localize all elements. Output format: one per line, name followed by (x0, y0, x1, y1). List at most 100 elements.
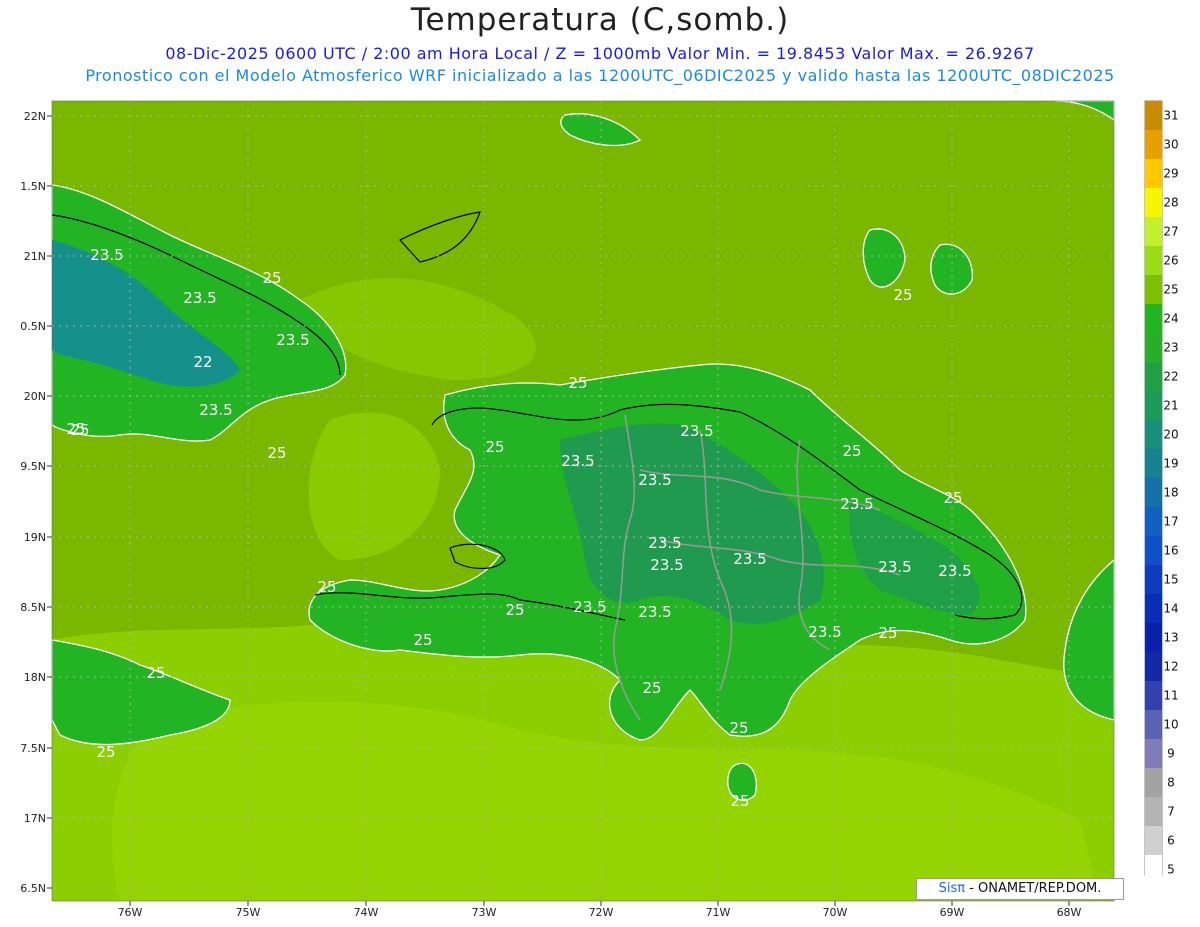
colorbar-level-label: 29 (1163, 167, 1178, 181)
colorbar-swatch (1145, 478, 1162, 507)
colorbar-swatch (1145, 710, 1162, 739)
colorbar-level-label: 8 (1167, 776, 1175, 790)
contour-label: 23.5 (561, 452, 594, 470)
colorbar-level-label: 6 (1167, 834, 1175, 848)
lat-tick-label: 20N (24, 390, 46, 403)
colorbar-swatch (1145, 855, 1162, 884)
lat-tick-label: 9.5N (20, 460, 46, 473)
contour-label: 23.5 (199, 401, 232, 419)
contour-label: 25 (96, 743, 115, 761)
colorbar-swatch (1145, 101, 1162, 130)
contour-label: 23.5 (938, 562, 971, 580)
contour-label: 22 (193, 353, 212, 371)
colorbar-swatch (1145, 768, 1162, 797)
lat-tick-label: 8.5N (20, 601, 46, 614)
contour-label: 25 (267, 444, 286, 462)
lon-tick-label: 73W (472, 906, 497, 919)
contour-label: 25 (878, 624, 897, 642)
contour-label: 25 (893, 286, 912, 304)
contour-label: 25 (262, 269, 281, 287)
lat-tick-label: 17N (24, 812, 46, 825)
lat-tick-label: 7.5N (20, 742, 46, 755)
colorbar-level-label: 21 (1163, 399, 1178, 413)
contour-label: 23.5 (680, 422, 713, 440)
colorbar-swatch (1145, 362, 1162, 391)
colorbar-swatch (1145, 130, 1162, 159)
colorbar-swatch (1145, 594, 1162, 623)
colorbar-swatch (1145, 797, 1162, 826)
colorbar-level-label: 28 (1163, 196, 1178, 210)
contour-label: 25 (505, 601, 524, 619)
colorbar-swatch (1145, 652, 1162, 681)
temperature-map: 23.5 25 23.5 23.5 22 23.5 25 25 25 25 23.5 23.5 23.5… (20, 100, 1179, 919)
colorbar-swatch (1145, 536, 1162, 565)
colorbar-swatch (1145, 681, 1162, 710)
colorbar-swatch (1145, 217, 1162, 246)
credit-text: - ONAMET/REP.DOM. (969, 881, 1102, 896)
contour-label: 25 (730, 792, 749, 810)
colorbar-level-label: 11 (1163, 689, 1178, 703)
colorbar-level-label: 25 (1163, 283, 1178, 297)
credit-box: Sisπ - ONAMET/REP.DOM. (916, 878, 1124, 900)
colorbar-level-label: 19 (1163, 457, 1178, 471)
colorbar-level-label: 20 (1163, 428, 1178, 442)
contour-label: 23.5 (878, 558, 911, 576)
colorbar-swatch (1145, 565, 1162, 594)
colorbar-swatch (1145, 333, 1162, 362)
colorbar-level-label: 30 (1163, 138, 1178, 152)
colorbar-swatch (1145, 507, 1162, 536)
lat-tick-label: 1.5N (20, 180, 46, 193)
colorbar-swatch (1145, 739, 1162, 768)
contour-label: 25 (943, 489, 962, 507)
colorbar-level-label: 22 (1163, 370, 1178, 384)
colorbar-swatch (1145, 420, 1162, 449)
colorbar-level-label: 31 (1163, 109, 1178, 123)
longitude-axis: 76W 75W 74W 73W 72W 71W 70W 69W 68W (118, 901, 1082, 919)
colorbar-level-label: 9 (1167, 747, 1175, 761)
lon-tick-label: 75W (236, 906, 261, 919)
colorbar-level-label: 23 (1163, 341, 1178, 355)
contour-label: 23.5 (638, 603, 671, 621)
colorbar-level-label: 12 (1163, 660, 1178, 674)
contour-label: 23.5 (638, 471, 671, 489)
colorbar-swatch (1145, 159, 1162, 188)
lon-tick-label: 71W (706, 906, 731, 919)
contour-label: 25 (485, 438, 504, 456)
contour-label: 23.5 (733, 550, 766, 568)
lat-tick-label: 22N (24, 110, 46, 123)
contour-label: 23.5 (276, 331, 309, 349)
colorbar-level-label: 27 (1163, 225, 1178, 239)
colorbar-swatch (1145, 623, 1162, 652)
colorbar-level-label: 14 (1163, 602, 1178, 616)
contour-label: 23.5 (840, 495, 873, 513)
lat-tick-label: 21N (24, 250, 46, 263)
colorbar-swatch (1145, 449, 1162, 478)
contour-label: 23.5 (808, 623, 841, 641)
colorbar-swatch (1145, 275, 1162, 304)
lon-tick-label: 68W (1057, 906, 1082, 919)
colorbar-swatch (1145, 826, 1162, 855)
lon-tick-label: 70W (823, 906, 848, 919)
lat-tick-label: 6.5N (20, 882, 46, 895)
colorbar-swatch (1145, 246, 1162, 275)
colorbar-level-label: 16 (1163, 544, 1178, 558)
contour-label: 25 (317, 578, 336, 596)
contour-label: 25 (146, 664, 165, 682)
colorbar-level-label: 7 (1167, 805, 1175, 819)
contour-label: 25 (642, 679, 661, 697)
latitude-axis: 22N 1.5N 21N 0.5N 20N 9.5N 19N 8.5N 18N 7.5N 17N 6.… (20, 110, 52, 895)
lat-tick-label: 0.5N (20, 320, 46, 333)
contour-label: 23.5 (650, 556, 683, 574)
contour-label: 25 (842, 442, 861, 460)
colorbar-level-label: 18 (1163, 486, 1178, 500)
lat-tick-label: 19N (24, 531, 46, 544)
contour-label: 25 (568, 374, 587, 392)
colorbar-level-label: 26 (1163, 254, 1178, 268)
contour-label: 25 (729, 719, 748, 737)
colorbar-level-label: 13 (1163, 631, 1178, 645)
lat-tick-label: 18N (24, 671, 46, 684)
colorbar-swatch (1145, 188, 1162, 217)
contour-label: 25 (413, 631, 432, 649)
colorbar: 31 30 29 28 27 26 25 24 23 22 21 20 19 18 17 16 15 14 13 12… (1144, 100, 1179, 884)
colorbar-swatch (1145, 304, 1162, 333)
